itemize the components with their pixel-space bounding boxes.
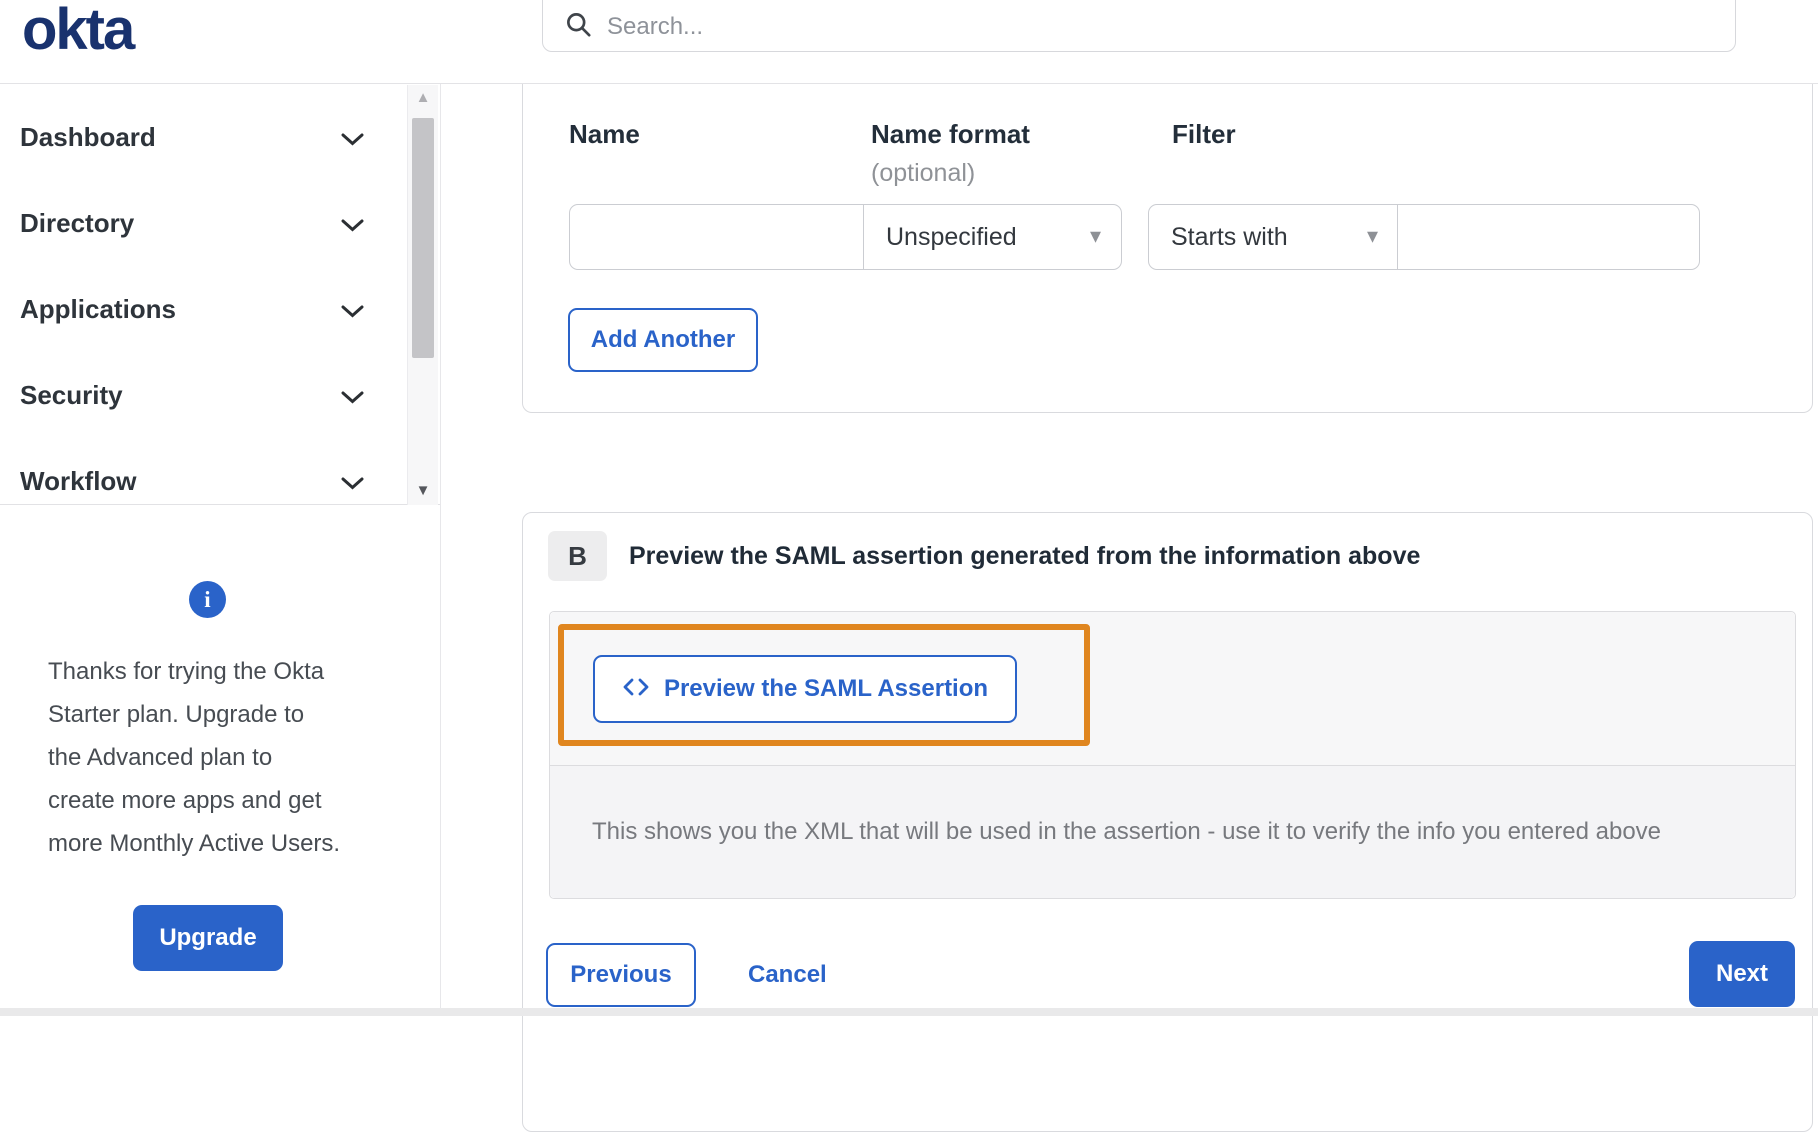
preview-button-area: Preview the SAML Assertion [550,612,1795,765]
name-column-label: Name [569,119,640,149]
info-icon: i [189,581,226,618]
caret-down-icon: ▾ [1366,222,1378,248]
code-icon [622,675,650,703]
top-header: okta [0,0,1818,84]
sidebar-item-label: Security [20,379,123,410]
scrollbar-thumb[interactable] [412,118,434,358]
sidebar-item-label: Workflow [20,465,137,496]
chevron-down-icon [341,208,364,239]
sidebar-item-label: Dashboard [20,121,156,152]
filter-value-input[interactable] [1397,204,1700,270]
upsell-line: create more apps and get [48,787,322,814]
chevron-down-icon [341,380,364,411]
filter-column-label: Filter [1172,119,1236,149]
global-search[interactable] [542,0,1736,52]
chevron-down-icon [341,122,364,153]
next-button[interactable]: Next [1689,941,1795,1007]
filter-type-select[interactable]: Starts with ▾ [1148,204,1399,270]
step-b-title: Preview the SAML assertion generated fro… [629,541,1421,570]
sidebar-nav: Dashboard Directory Applications Securit… [0,84,440,505]
sidebar-item-security[interactable]: Security [0,352,440,438]
upsell-line: Starter plan. Upgrade to [48,701,305,728]
preview-box: Preview the SAML Assertion This shows yo… [549,611,1796,899]
sidebar-item-label: Directory [20,207,135,238]
chevron-down-icon [341,466,364,497]
sidebar-item-workflow[interactable]: Workflow [0,438,440,504]
scroll-down-arrow-icon[interactable]: ▼ [408,482,438,499]
sidebar-item-dashboard[interactable]: Dashboard [0,94,440,180]
sidebar-right-border [440,84,441,1008]
previous-button[interactable]: Previous [546,943,696,1007]
attribute-statements-panel: Name Name format (optional) Filter Unspe… [522,83,1813,413]
preview-caption: This shows you the XML that will be used… [550,765,1795,898]
add-another-button[interactable]: Add Another [568,308,758,372]
sidebar-item-label: Applications [20,293,177,324]
okta-logo: okta [22,0,135,62]
bottom-footer-strip [0,1008,1818,1016]
name-format-optional-hint: (optional) [871,159,976,187]
preview-saml-assertion-button[interactable]: Preview the SAML Assertion [593,655,1017,723]
preview-button-label: Preview the SAML Assertion [663,675,989,702]
upsell-line: more Monthly Active Users. [48,830,341,857]
search-input[interactable] [607,13,1715,41]
chevron-down-icon [341,294,364,325]
scroll-up-arrow-icon[interactable]: ▲ [408,89,438,106]
sidebar-scrollbar[interactable]: ▲ ▼ [407,85,438,505]
sidebar-item-directory[interactable]: Directory [0,180,440,266]
name-format-column-label: Name format [871,119,1030,149]
name-format-selected-value: Unspecified [886,222,1017,251]
upgrade-button[interactable]: Upgrade [133,905,283,971]
filter-type-selected-value: Starts with [1171,222,1288,251]
sidebar-item-applications[interactable]: Applications [0,266,440,352]
caret-down-icon: ▾ [1089,222,1101,248]
name-format-select[interactable]: Unspecified ▾ [863,204,1122,270]
cancel-link[interactable]: Cancel [748,943,827,1007]
saml-preview-panel: B Preview the SAML assertion generated f… [522,512,1813,1132]
plan-upsell-text: Thanks for trying the Okta Starter plan.… [48,650,388,865]
upsell-line: the Advanced plan to [48,744,273,771]
attribute-name-input[interactable] [569,204,865,270]
search-icon [565,11,592,43]
upsell-line: Thanks for trying the Okta [48,658,325,685]
step-b-badge: B [548,531,607,581]
